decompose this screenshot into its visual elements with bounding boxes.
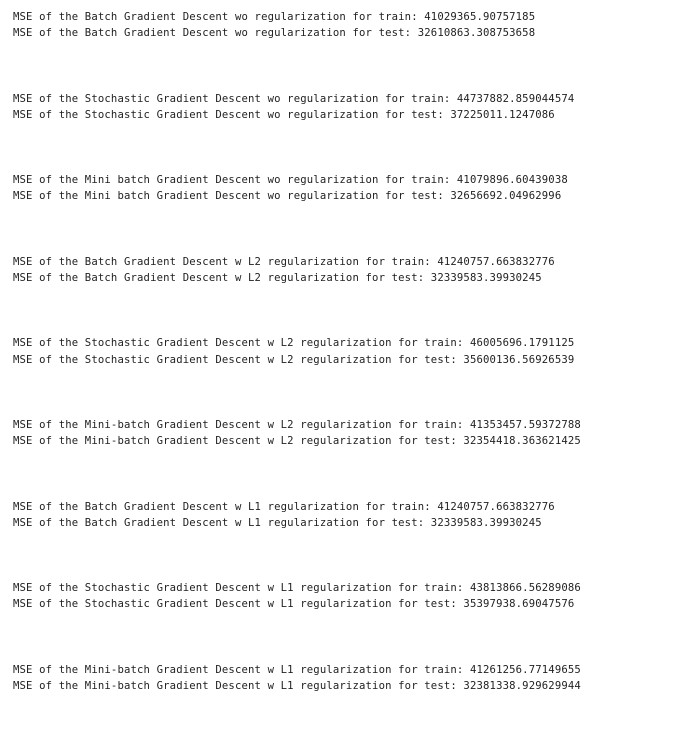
- output-line-test: MSE of the Batch Gradient Descent w L2 r…: [13, 272, 542, 285]
- output-line-test: MSE of the Mini-batch Gradient Descent w…: [13, 680, 581, 693]
- output-line-test: MSE of the Stochastic Gradient Descent w…: [13, 353, 575, 366]
- output-line-train: MSE of the Batch Gradient Descent w L1 r…: [13, 500, 555, 513]
- output-block-minibatch-gd-l2: MSE of the Mini-batch Gradient Descent w…: [13, 417, 677, 450]
- output-block-batch-gd-no-reg: MSE of the Batch Gradient Descent wo reg…: [13, 9, 677, 42]
- output-line-train: MSE of the Mini-batch Gradient Descent w…: [13, 418, 581, 431]
- output-line-train: MSE of the Stochastic Gradient Descent w…: [13, 92, 575, 105]
- output-line-test: MSE of the Batch Gradient Descent wo reg…: [13, 27, 536, 40]
- output-line-test: MSE of the Batch Gradient Descent w L1 r…: [13, 516, 542, 529]
- console-output: MSE of the Batch Gradient Descent wo reg…: [13, 9, 677, 743]
- output-line-train: MSE of the Mini batch Gradient Descent w…: [13, 174, 568, 187]
- output-block-stochastic-gd-l2: MSE of the Stochastic Gradient Descent w…: [13, 335, 677, 368]
- output-block-stochastic-gd-no-reg: MSE of the Stochastic Gradient Descent w…: [13, 91, 677, 124]
- output-line-test: MSE of the Mini batch Gradient Descent w…: [13, 190, 562, 203]
- output-line-train: MSE of the Batch Gradient Descent wo reg…: [13, 11, 536, 23]
- output-line-test: MSE of the Stochastic Gradient Descent w…: [13, 108, 555, 121]
- output-block-minibatch-gd-no-reg: MSE of the Mini batch Gradient Descent w…: [13, 172, 677, 205]
- output-line-train: MSE of the Stochastic Gradient Descent w…: [13, 337, 575, 350]
- output-line-test: MSE of the Mini-batch Gradient Descent w…: [13, 435, 581, 448]
- output-block-batch-gd-l1: MSE of the Batch Gradient Descent w L1 r…: [13, 499, 677, 532]
- output-line-test: MSE of the Stochastic Gradient Descent w…: [13, 598, 575, 611]
- output-block-minibatch-gd-l1: MSE of the Mini-batch Gradient Descent w…: [13, 662, 677, 695]
- output-block-stochastic-gd-l1: MSE of the Stochastic Gradient Descent w…: [13, 580, 677, 613]
- output-block-batch-gd-l2: MSE of the Batch Gradient Descent w L2 r…: [13, 254, 677, 287]
- output-line-train: MSE of the Mini-batch Gradient Descent w…: [13, 663, 581, 676]
- output-line-train: MSE of the Stochastic Gradient Descent w…: [13, 582, 581, 595]
- output-line-train: MSE of the Batch Gradient Descent w L2 r…: [13, 255, 555, 268]
